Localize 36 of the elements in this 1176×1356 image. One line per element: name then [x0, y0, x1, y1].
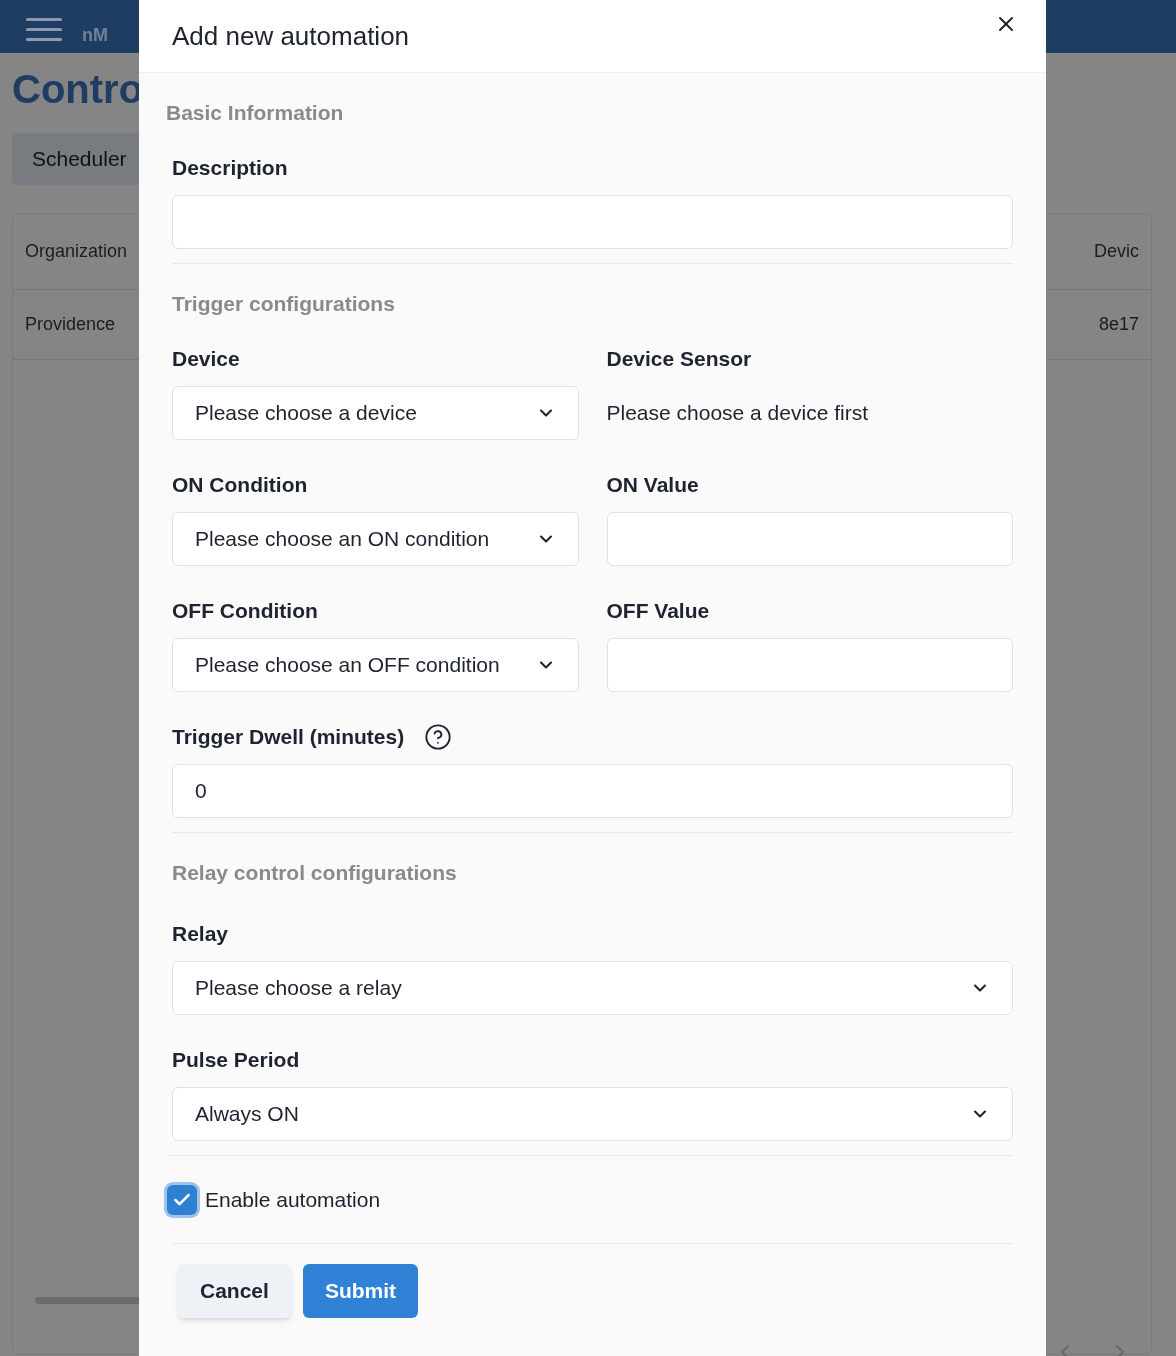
input-field[interactable] [172, 195, 1013, 249]
hint-text: Please choose a device first [606, 400, 868, 427]
input-field[interactable] [606, 512, 1013, 566]
field-label: Device [172, 346, 240, 373]
menu-icon[interactable] [26, 18, 62, 41]
help-icon[interactable] [424, 723, 453, 751]
table-cell-text: 8e17 [1098, 313, 1139, 336]
field-label: OFF Condition [172, 598, 318, 625]
table-cell-text: Providence [25, 313, 116, 336]
section-heading: Basic Information [166, 100, 345, 127]
select-dropdown[interactable]: Please choose a device [172, 386, 579, 440]
cancel-button[interactable]: Cancel [178, 1264, 291, 1318]
modal-title: Add new automation [172, 19, 410, 53]
section-heading: Trigger configurations [172, 291, 396, 318]
field-label: Trigger Dwell (minutes) [172, 724, 405, 751]
checkbox[interactable] [167, 1184, 197, 1215]
field-label: ON Condition [172, 472, 308, 499]
submit-button[interactable]: Submit [302, 1264, 419, 1318]
select-dropdown[interactable]: Please choose an ON condition [172, 512, 579, 566]
field-label: Device Sensor [606, 346, 752, 373]
input-field[interactable]: 0 [172, 764, 1013, 818]
select-dropdown[interactable]: Please choose a relay [172, 961, 1013, 1015]
column-header: Devic [1094, 240, 1139, 263]
section-heading: Relay control configurations [172, 860, 458, 887]
page-title: Contro [12, 66, 144, 113]
input-field[interactable] [606, 638, 1013, 692]
field-label: OFF Value [606, 598, 710, 625]
select-dropdown[interactable]: Always ON [172, 1087, 1013, 1141]
field-label: Pulse Period [172, 1047, 300, 1074]
checkbox-label: Enable automation [205, 1186, 381, 1213]
column-header: Organization [25, 240, 128, 263]
field-label: Relay [172, 921, 229, 948]
select-dropdown[interactable]: Please choose an OFF condition [172, 638, 579, 692]
field-label: Description [172, 155, 288, 182]
brand-logo: nM [82, 24, 108, 47]
field-label: ON Value [606, 472, 699, 499]
